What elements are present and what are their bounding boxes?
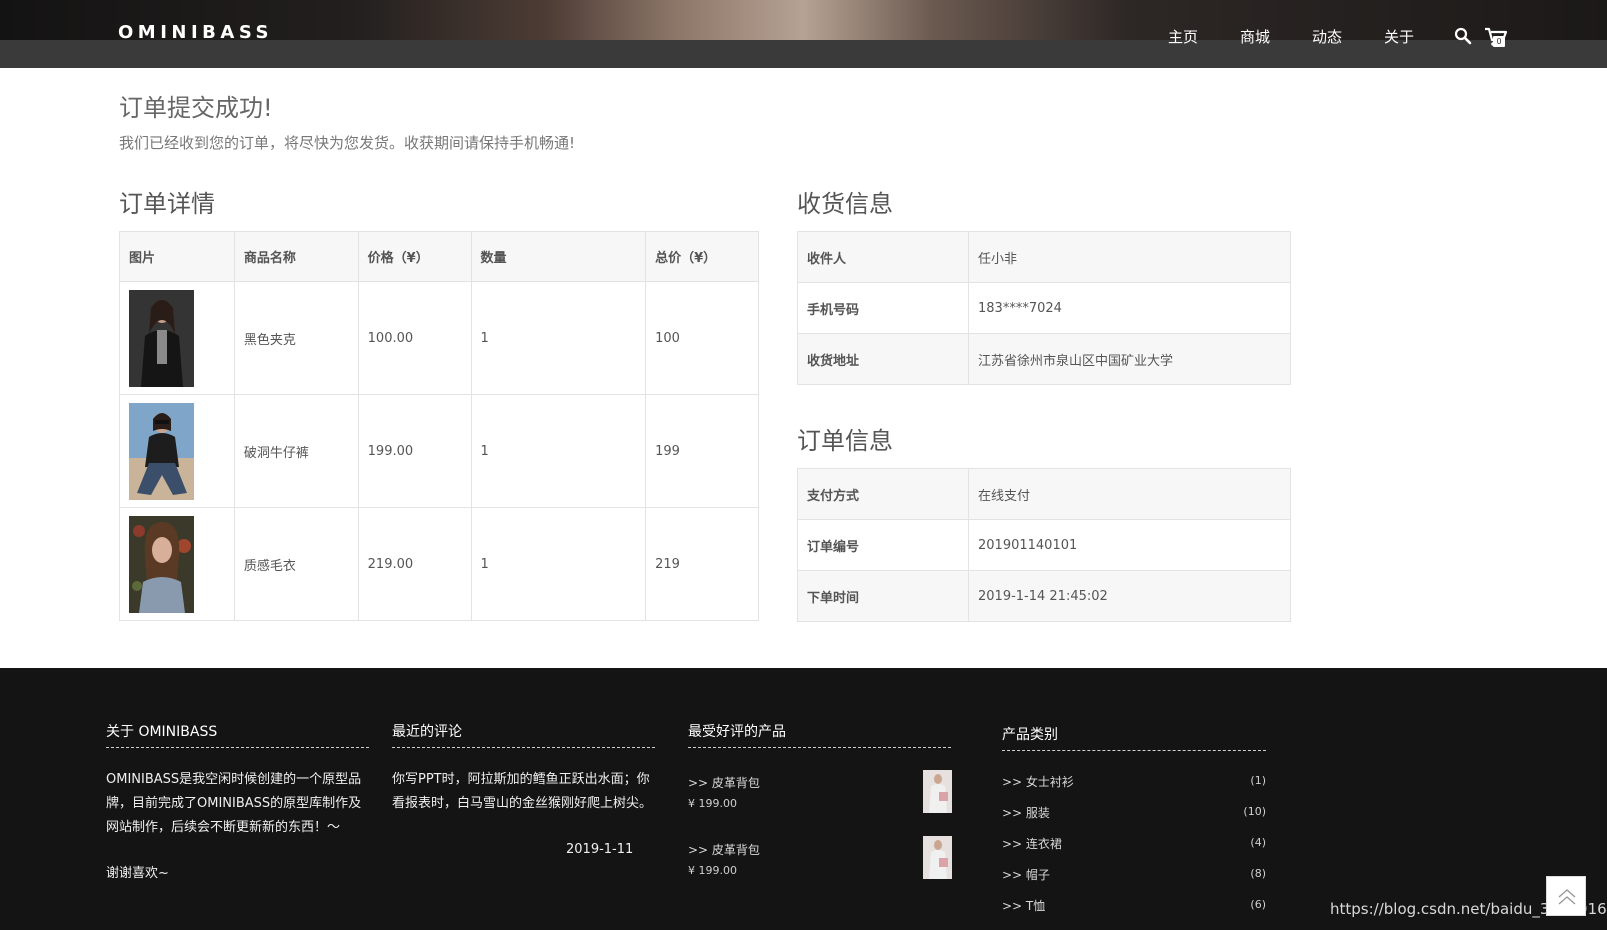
column-header-price: 价格（¥） [357,231,472,282]
product-image-cell [119,507,235,621]
footer-top-products-title: 最受好评的产品 [688,724,786,740]
category-count: (4) [1250,836,1266,849]
footer-divider [688,747,951,748]
footer-about-title: 关于 OMINIBASS [106,724,218,740]
product-name: 黑色夹克 [233,281,359,395]
category-count: (6) [1250,898,1266,911]
category-link[interactable]: >> 服装 [1002,804,1050,821]
product-quantity: 1 [470,507,647,621]
search-icon[interactable] [1454,27,1472,45]
column-header-total: 总价（¥） [645,231,759,282]
order-info-title: 订单信息 [797,427,893,455]
order-details-table: 图片 商品名称 价格（¥） 数量 总价（¥） 黑色夹克 100.00 1 100 [119,231,759,621]
table-row: 黑色夹克 100.00 1 100 [119,281,759,395]
table-header-row: 图片 商品名称 价格（¥） 数量 总价（¥） [119,231,759,282]
top-product-link[interactable]: >> 皮革背包 [688,774,760,791]
product-total: 199 [645,394,759,508]
table-row: 质感毛衣 219.00 1 219 [119,507,759,621]
info-value: 2019-1-14 21:45:02 [968,570,1291,622]
product-price: 199.00 [357,394,472,508]
shipping-info-table: 收件人 任小非 手机号码 183****7024 收货地址 江苏省徐州市泉山区中… [797,231,1291,385]
order-info-table: 支付方式 在线支付 订单编号 201901140101 下单时间 2019-1-… [797,468,1291,622]
info-label: 手机号码 [797,282,969,334]
table-row: 破洞牛仔裤 199.00 1 199 [119,394,759,508]
table-row: 手机号码 183****7024 [797,282,1291,334]
top-product-price: ¥ 199.00 [688,864,737,877]
product-name: 破洞牛仔裤 [233,394,359,508]
product-thumbnail[interactable] [129,289,194,387]
info-value: 183****7024 [968,282,1291,334]
footer-comments-title: 最近的评论 [392,724,462,740]
info-value: 任小非 [968,231,1291,283]
top-product-link[interactable]: >> 皮革背包 [688,841,760,858]
product-image-cell [119,394,235,508]
nav-item-home[interactable]: 主页 [1168,26,1198,47]
category-count: (1) [1250,774,1266,787]
category-count: (8) [1250,867,1266,880]
table-row: 收件人 任小非 [797,231,1291,283]
top-product-thumbnail[interactable] [923,836,952,879]
column-header-name: 商品名称 [233,231,359,282]
site-header: OMINIBASS 主页 商城 动态 关于 0 [0,0,1607,68]
product-thumbnail[interactable] [129,402,194,500]
nav-item-about[interactable]: 关于 [1384,26,1414,47]
info-value: 在线支付 [968,468,1291,520]
success-text: 我们已经收到您的订单，将尽快为您发货。收获期间请保持手机畅通! [119,134,576,152]
main-nav: 主页 商城 动态 关于 [1168,26,1456,47]
info-value: 江苏省徐州市泉山区中国矿业大学 [968,333,1291,385]
info-label: 订单编号 [797,519,969,571]
category-link[interactable]: >> T恤 [1002,897,1045,914]
table-row: 下单时间 2019-1-14 21:45:02 [797,570,1291,622]
product-quantity: 1 [470,281,647,395]
nav-item-news[interactable]: 动态 [1312,26,1342,47]
info-label: 收件人 [797,231,969,283]
footer-divider [106,747,369,748]
category-link[interactable]: >> 帽子 [1002,866,1050,883]
category-count: (10) [1243,805,1266,818]
nav-item-shop[interactable]: 商城 [1240,26,1270,47]
info-label: 下单时间 [797,570,969,622]
brand-logo[interactable]: OMINIBASS [118,22,273,43]
column-header-image: 图片 [119,231,235,282]
shipping-info-title: 收货信息 [797,190,893,218]
product-total: 219 [645,507,759,621]
site-footer: 关于 OMINIBASS OMINIBASS是我空闲时候创建的一个原型品牌，目前… [0,668,1607,930]
table-row: 订单编号 201901140101 [797,519,1291,571]
footer-comment-text: 你写PPT时，阿拉斯加的鳕鱼正跃出水面；你看报表时，白马雪山的金丝猴刚好爬上树尖… [392,772,653,811]
product-quantity: 1 [470,394,647,508]
table-row: 支付方式 在线支付 [797,468,1291,520]
top-product-thumbnail[interactable] [923,770,952,813]
category-link[interactable]: >> 女士衬衫 [1002,773,1074,790]
table-row: 收货地址 江苏省徐州市泉山区中国矿业大学 [797,333,1291,385]
info-label: 支付方式 [797,468,969,520]
back-to-top-button[interactable] [1546,876,1586,916]
cart-count-badge: 0 [1493,36,1505,47]
footer-categories-title: 产品类别 [1002,727,1058,743]
product-image-cell [119,281,235,395]
footer-about-thanks: 谢谢喜欢~ [106,866,169,881]
info-label: 收货地址 [797,333,969,385]
chevron-up-icon [1558,889,1576,905]
footer-comment-date: 2019-1-11 [566,842,634,857]
product-name: 质感毛衣 [233,507,359,621]
product-price: 219.00 [357,507,472,621]
category-link[interactable]: >> 连衣裙 [1002,835,1062,852]
footer-divider [392,747,655,748]
column-header-quantity: 数量 [470,231,647,282]
footer-about-text: OMINIBASS是我空闲时候创建的一个原型品牌，目前完成了OMINIBASS的… [106,772,362,835]
success-title: 订单提交成功! [119,94,273,122]
order-details-title: 订单详情 [119,190,215,218]
footer-divider [1002,750,1266,751]
product-total: 100 [645,281,759,395]
top-product-price: ¥ 199.00 [688,797,737,810]
info-value: 201901140101 [968,519,1291,571]
product-price: 100.00 [357,281,472,395]
product-thumbnail[interactable] [129,515,194,613]
